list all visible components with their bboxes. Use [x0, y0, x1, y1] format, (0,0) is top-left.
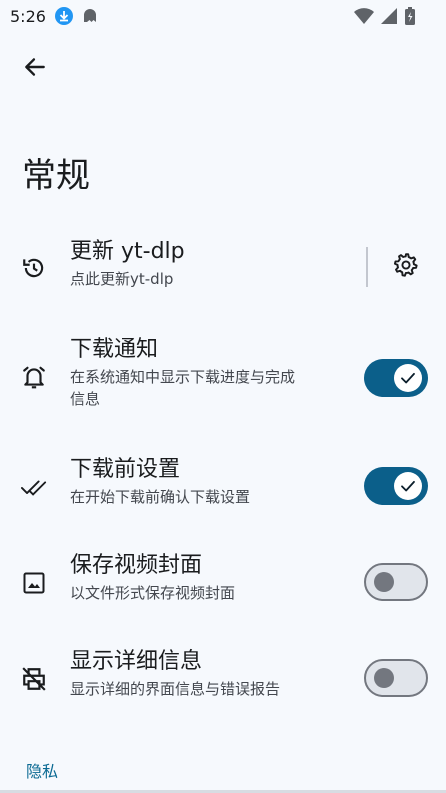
- setting-subtitle: 以文件形式保存视频封面: [70, 584, 236, 602]
- switch-thumb: [374, 572, 394, 592]
- switch-thumb: [394, 364, 422, 392]
- status-right-icons: [354, 6, 416, 30]
- back-button[interactable]: [14, 48, 56, 90]
- update-settings-button[interactable]: [388, 249, 424, 285]
- pre-download-switch[interactable]: [364, 467, 428, 505]
- show-details-switch[interactable]: [364, 659, 428, 697]
- setting-subtitle-line1: 在系统通知中显示下载进度与完成: [70, 368, 296, 386]
- status-bar: 5:26: [0, 0, 446, 32]
- save-thumbnail-switch[interactable]: [364, 563, 428, 601]
- setting-subtitle: 在开始下载前确认下载设置: [70, 488, 251, 506]
- setting-title: 更新 yt-dlp: [70, 239, 185, 264]
- bell-icon: [21, 364, 47, 390]
- notification-ghost-icon: [80, 6, 100, 26]
- check-icon: [401, 372, 415, 384]
- setting-title: 显示详细信息: [70, 649, 203, 674]
- setting-subtitle: 在系统通知中显示下载进度与完成 信息: [70, 366, 295, 410]
- print-disabled-icon: [21, 666, 47, 692]
- page-title: 常规: [22, 156, 90, 196]
- download-icon: [54, 6, 74, 26]
- check-icon: [401, 480, 415, 492]
- signal-icon: [380, 7, 398, 29]
- setting-subtitle-line2: 信息: [70, 390, 101, 408]
- wifi-icon: [354, 7, 374, 29]
- switch-thumb: [394, 472, 422, 500]
- section-header-privacy: 隐私: [26, 762, 59, 781]
- update-history-icon: [21, 255, 47, 281]
- status-time: 5:26: [10, 6, 46, 26]
- setting-title: 下载通知: [70, 337, 159, 362]
- setting-title: 下载前设置: [70, 457, 181, 482]
- battery-icon: [404, 6, 416, 30]
- double-check-icon: [21, 474, 47, 500]
- setting-subtitle: 显示详细的界面信息与错误报告: [70, 680, 281, 698]
- download-notification-switch[interactable]: [364, 359, 428, 397]
- gear-icon: [393, 252, 419, 282]
- setting-update-ytdlp[interactable]: 更新 yt-dlp 点此更新yt-dlp: [0, 236, 446, 300]
- divider: [366, 247, 368, 287]
- arrow-back-icon: [22, 54, 48, 84]
- switch-thumb: [374, 668, 394, 688]
- setting-title: 保存视频封面: [70, 553, 203, 578]
- setting-subtitle: 点此更新yt-dlp: [70, 270, 174, 288]
- image-icon: [21, 570, 47, 596]
